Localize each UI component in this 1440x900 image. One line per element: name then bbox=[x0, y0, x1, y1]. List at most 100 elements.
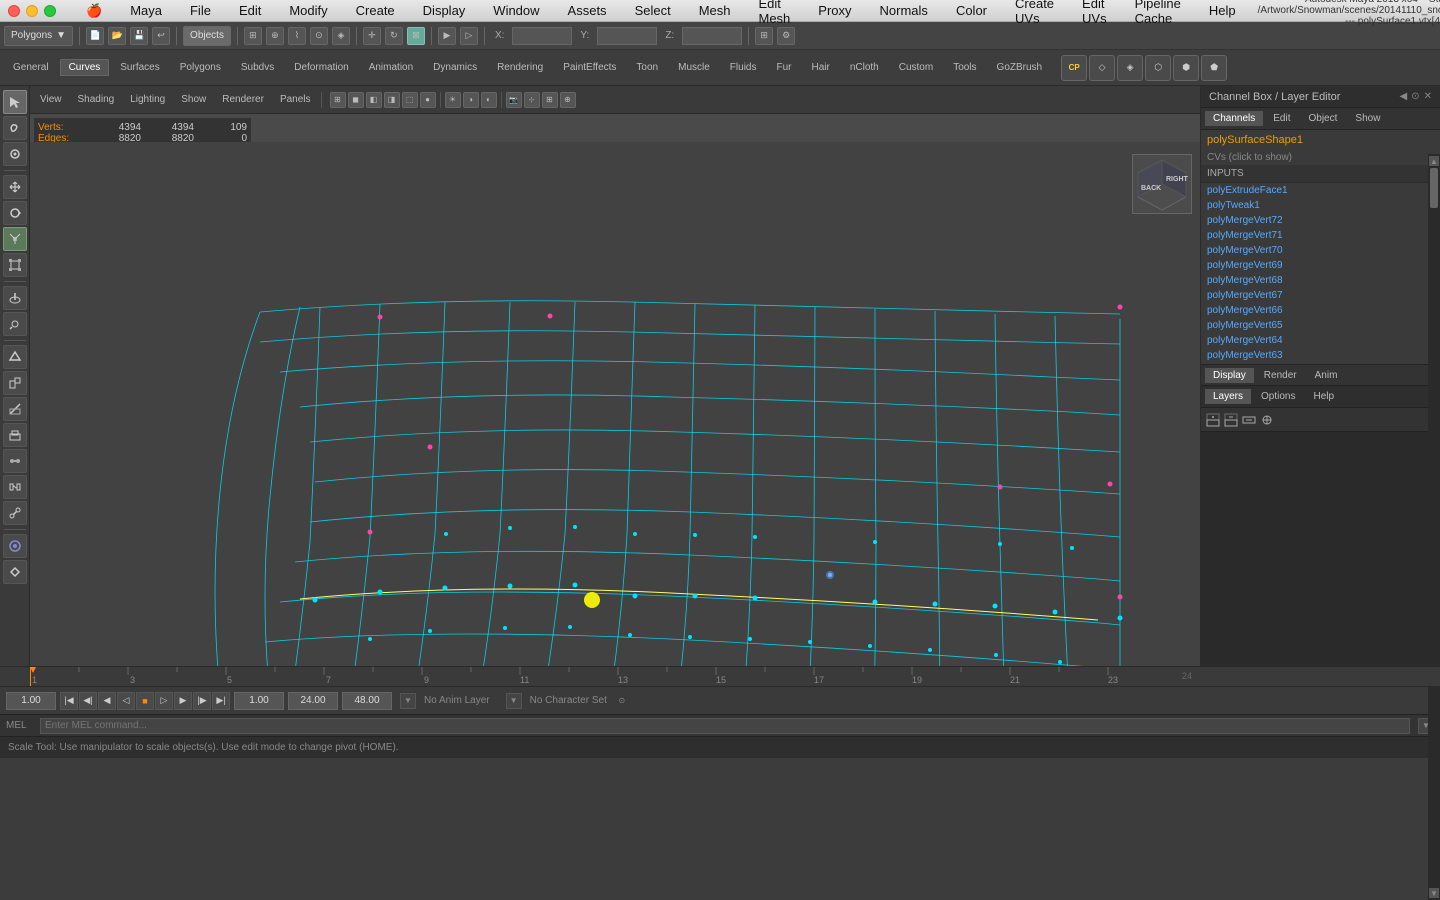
vp-light-icon[interactable]: ☀ bbox=[445, 92, 461, 108]
cb-item-5[interactable]: polyMergeVert69 bbox=[1201, 258, 1440, 273]
shelf-tab-subdivs[interactable]: Subdvs bbox=[232, 59, 283, 76]
step-fwd-btn[interactable]: |▶ bbox=[193, 692, 211, 710]
cut-faces-tool[interactable] bbox=[3, 397, 27, 421]
le-subtab-layers[interactable]: Layers bbox=[1205, 389, 1251, 404]
mesh-menu[interactable]: Mesh bbox=[693, 1, 737, 20]
range-start-input[interactable] bbox=[234, 692, 284, 710]
right-scrollbar[interactable]: ▲ ▼ bbox=[1428, 154, 1440, 900]
shelf-cp-icon[interactable]: CP bbox=[1061, 55, 1087, 81]
node-name[interactable]: polySurfaceShape1 bbox=[1201, 130, 1440, 150]
cb-item-2[interactable]: polyMergeVert72 bbox=[1201, 213, 1440, 228]
renderer-menu[interactable]: Renderer bbox=[216, 92, 270, 107]
scale-tool-icon[interactable]: ⊠ bbox=[407, 27, 425, 45]
layer-options-icon[interactable] bbox=[1241, 412, 1257, 428]
play-back-btn[interactable]: ◁ bbox=[117, 692, 135, 710]
pipeline-cache-menu[interactable]: Pipeline Cache bbox=[1129, 0, 1187, 28]
shelf-icon3[interactable]: ⬡ bbox=[1145, 55, 1171, 81]
cb-tab-channels[interactable]: Channels bbox=[1205, 111, 1263, 126]
shelf-tab-general[interactable]: General bbox=[4, 59, 58, 76]
target-weld-tool[interactable] bbox=[3, 501, 27, 525]
le-subtab-options[interactable]: Options bbox=[1253, 389, 1303, 404]
channel-box-settings-icon[interactable]: ⊙ bbox=[1411, 91, 1419, 102]
shelf-tab-animation[interactable]: Animation bbox=[360, 59, 422, 76]
select-by-hierarchy-icon[interactable]: ⊞ bbox=[244, 27, 262, 45]
shelf-tab-muscle[interactable]: Muscle bbox=[669, 59, 719, 76]
snap-together-tool[interactable] bbox=[3, 560, 27, 584]
move-tool[interactable] bbox=[3, 175, 27, 199]
char-set-icon[interactable]: ▼ bbox=[506, 693, 522, 709]
select-tool[interactable] bbox=[3, 90, 27, 114]
grid-icon[interactable]: ⊞ bbox=[755, 27, 773, 45]
cb-item-7[interactable]: polyMergeVert67 bbox=[1201, 288, 1440, 303]
create-menu[interactable]: Create bbox=[350, 1, 401, 20]
snap-to-view-icon[interactable]: ◈ bbox=[332, 27, 350, 45]
vp-smooth-icon[interactable]: ● bbox=[420, 92, 436, 108]
cb-item-4[interactable]: polyMergeVert70 bbox=[1201, 243, 1440, 258]
make-live-tool[interactable] bbox=[3, 534, 27, 558]
cb-item-8[interactable]: polyMergeVert66 bbox=[1201, 303, 1440, 318]
vp-textured-icon[interactable]: ◧ bbox=[366, 92, 382, 108]
cb-item-0[interactable]: polyExtrudeFace1 bbox=[1201, 183, 1440, 198]
shelf-tab-ncloth[interactable]: nCloth bbox=[841, 59, 888, 76]
range-end-input[interactable] bbox=[288, 692, 338, 710]
edit-menu[interactable]: Edit bbox=[233, 1, 267, 20]
shading-menu[interactable]: Shading bbox=[72, 92, 121, 107]
create-polygon-tool[interactable] bbox=[3, 345, 27, 369]
bridge-tool[interactable] bbox=[3, 475, 27, 499]
layer-attr-icon[interactable] bbox=[1259, 412, 1275, 428]
shelf-icon1[interactable]: ◇ bbox=[1089, 55, 1115, 81]
append-polygon-tool[interactable] bbox=[3, 371, 27, 395]
display-menu[interactable]: Display bbox=[417, 1, 472, 20]
vp-solid-icon[interactable]: ◼ bbox=[348, 92, 364, 108]
shelf-tab-rendering[interactable]: Rendering bbox=[488, 59, 552, 76]
file-menu[interactable]: File bbox=[184, 1, 217, 20]
play-fwd-btn[interactable]: ▷ bbox=[155, 692, 173, 710]
delete-layer-icon[interactable] bbox=[1223, 412, 1239, 428]
shelf-tab-surfaces[interactable]: Surfaces bbox=[111, 59, 168, 76]
cvs-label[interactable]: CVs (click to show) bbox=[1201, 150, 1440, 165]
sculpt-tool[interactable] bbox=[3, 312, 27, 336]
extrude-tool[interactable] bbox=[3, 423, 27, 447]
view-menu[interactable]: View bbox=[34, 92, 68, 107]
shelf-tab-deformation[interactable]: Deformation bbox=[285, 59, 357, 76]
vp-plugin-icon[interactable]: ⊕ bbox=[560, 92, 576, 108]
snap-to-point-icon[interactable]: ⊙ bbox=[310, 27, 328, 45]
le-tab-display[interactable]: Display bbox=[1205, 368, 1254, 383]
command-input[interactable] bbox=[40, 718, 1410, 734]
undo-icon[interactable]: ↩ bbox=[152, 27, 170, 45]
create-uvs-menu[interactable]: Create UVs bbox=[1009, 0, 1060, 28]
stop-btn[interactable]: ■ bbox=[136, 692, 154, 710]
le-subtab-help[interactable]: Help bbox=[1305, 389, 1342, 404]
le-tab-anim[interactable]: Anim bbox=[1307, 368, 1346, 383]
proxy-menu[interactable]: Proxy bbox=[812, 1, 857, 20]
go-to-end-btn[interactable]: ▶| bbox=[212, 692, 230, 710]
vp-cam-icon[interactable]: 📷 bbox=[506, 92, 522, 108]
shelf-tab-hair[interactable]: Hair bbox=[802, 59, 838, 76]
cb-item-10[interactable]: polyMergeVert64 bbox=[1201, 333, 1440, 348]
lasso-select-tool[interactable] bbox=[3, 116, 27, 140]
cb-item-1[interactable]: polyTweak1 bbox=[1201, 198, 1440, 213]
cb-item-3[interactable]: polyMergeVert71 bbox=[1201, 228, 1440, 243]
lighting-menu[interactable]: Lighting bbox=[124, 92, 171, 107]
shelf-tab-toon[interactable]: Toon bbox=[627, 59, 667, 76]
y-input[interactable] bbox=[597, 27, 657, 45]
vp-shaded-wire-icon[interactable]: ◨ bbox=[384, 92, 400, 108]
shelf-tab-fur[interactable]: Fur bbox=[767, 59, 800, 76]
mode-dropdown[interactable]: Polygons ▼ bbox=[4, 26, 73, 46]
vp-shadow-icon[interactable]: ◑ bbox=[463, 92, 479, 108]
anim-end-input[interactable] bbox=[342, 692, 392, 710]
vp-wire-icon[interactable]: ⊞ bbox=[330, 92, 346, 108]
new-layer-icon[interactable] bbox=[1205, 412, 1221, 428]
ipr-icon[interactable]: ▷ bbox=[460, 27, 478, 45]
shelf-tab-curves[interactable]: Curves bbox=[60, 59, 110, 76]
settings-icon[interactable]: ⚙ bbox=[777, 27, 795, 45]
current-time-input[interactable] bbox=[6, 692, 56, 710]
assets-menu[interactable]: Assets bbox=[562, 1, 613, 20]
help-menu[interactable]: Help bbox=[1203, 1, 1242, 20]
vp-ao-icon[interactable]: ◐ bbox=[481, 92, 497, 108]
show-manip-tool[interactable] bbox=[3, 253, 27, 277]
scrollbar-down[interactable]: ▼ bbox=[1429, 888, 1439, 898]
anim-layer-icon[interactable]: ▼ bbox=[400, 693, 416, 709]
timeline-ruler[interactable]: 1 3 5 7 9 11 13 15 17 bbox=[0, 666, 1440, 686]
go-to-start-btn[interactable]: |◀ bbox=[60, 692, 78, 710]
